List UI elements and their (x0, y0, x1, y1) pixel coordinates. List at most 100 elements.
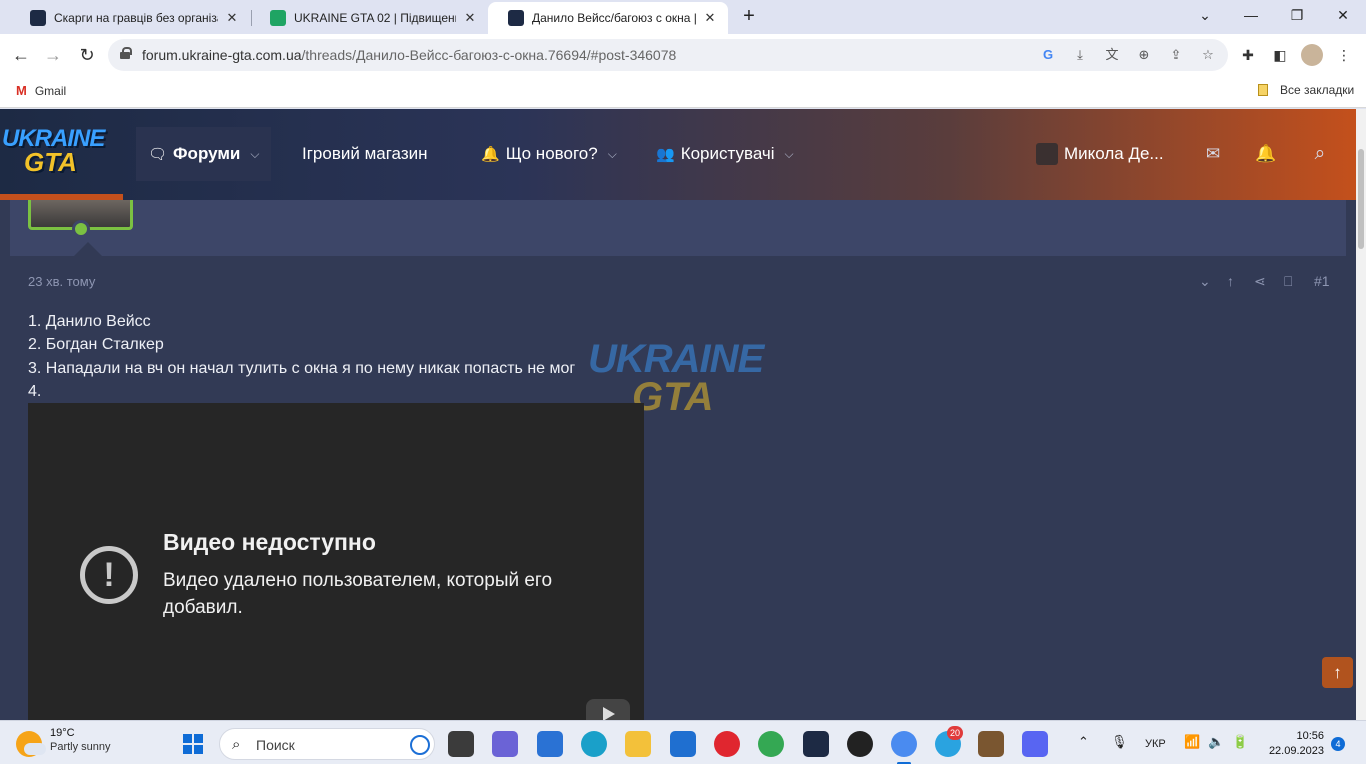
search-icon: ⌕ (232, 736, 241, 753)
store-icon[interactable] (537, 731, 563, 757)
tab-complaints[interactable]: Скарги на гравців без організа ✕ (10, 2, 250, 34)
bookmark-icon[interactable]: ⎕ (1284, 273, 1292, 290)
game-app-icon[interactable] (978, 731, 1004, 757)
extensions-icon[interactable]: ✚ (1237, 44, 1259, 66)
alerts-bell-icon[interactable]: 🔔 (1255, 143, 1277, 165)
youtube-play-icon[interactable] (586, 699, 630, 720)
share-icon[interactable]: ⇪ (1166, 45, 1186, 65)
search-icon[interactable]: ⌕ (1309, 143, 1331, 165)
teams-icon[interactable] (492, 731, 518, 757)
page-scrollbar[interactable] (1356, 109, 1366, 720)
volume-icon[interactable]: 🔈 (1208, 734, 1224, 750)
logo-text: GTA (24, 147, 77, 177)
weather-desc: Partly sunny (50, 741, 111, 753)
video-error-title: Видео недоступно (163, 529, 376, 555)
bookmark-star-icon[interactable]: ☆ (1198, 45, 1218, 65)
bookmark-label: Gmail (34, 83, 67, 98)
warning-icon: ! (80, 546, 138, 604)
tab-search-icon[interactable]: ⌄ (1182, 0, 1228, 30)
tab-title: Данило Вейсс/багоюз с окна | U (532, 11, 696, 25)
task-view-icon[interactable] (448, 731, 474, 757)
windows-taskbar: 19°C Partly sunny ⌕ Поиск 20 ⌃ 🎙 УКР 📶 🔈… (0, 720, 1366, 764)
microphone-icon[interactable]: 🎙 (1111, 734, 1128, 750)
forward-arrow-icon[interactable]: → (40, 42, 66, 68)
site-favicon (508, 10, 524, 26)
chevron-down-icon[interactable]: ⌵ (250, 147, 259, 162)
battery-icon[interactable]: 🔋 (1232, 734, 1248, 750)
clock-time: 10:56 (1296, 730, 1324, 742)
bookmark-gmail[interactable]: M Gmail (16, 83, 66, 98)
close-window-button[interactable]: ✕ (1320, 0, 1366, 30)
folder-icon (1258, 84, 1268, 96)
nav-label: Користувачі (680, 144, 775, 163)
back-arrow-icon[interactable]: ← (8, 42, 34, 68)
google-icon[interactable]: G (1038, 45, 1058, 65)
site-logo[interactable]: UKRAINE GTA (2, 125, 112, 187)
nav-store[interactable]: Ігровий магазин (302, 127, 428, 181)
tab-close-icon[interactable]: ✕ (462, 10, 478, 26)
address-bar[interactable]: forum.ukraine-gta.com.ua/threads/Данило-… (108, 39, 1228, 71)
zoom-icon[interactable]: ⊕ (1134, 45, 1154, 65)
install-app-icon[interactable]: ⤓ (1070, 45, 1090, 65)
nav-forums[interactable]: 🗨 Форуми ⌵ (136, 127, 272, 181)
profile-avatar[interactable] (1301, 44, 1323, 66)
pointer-arrow (74, 242, 102, 256)
nav-whats-new[interactable]: 🔔 Що нового? ⌵ (481, 127, 617, 181)
edge-icon[interactable] (581, 731, 607, 757)
side-panel-icon[interactable]: ◧ (1269, 44, 1291, 66)
nav-users[interactable]: 👥 Користувачі ⌵ (656, 127, 794, 181)
sheets-favicon (270, 10, 286, 26)
new-tab-button[interactable]: + (736, 4, 762, 30)
weather-widget[interactable]: 19°C Partly sunny (16, 727, 111, 757)
chrome-profile-icon[interactable] (891, 731, 917, 757)
game-launcher-icon[interactable] (803, 731, 829, 757)
wifi-icon[interactable]: 📶 (1184, 734, 1200, 750)
language-indicator[interactable]: УКР (1145, 738, 1166, 750)
bing-icon[interactable] (410, 735, 430, 755)
nav-label: Форуми (173, 144, 241, 163)
forum-page: UKRAINE GTA 🗨 Форуми ⌵ Ігровий магазин 🔔… (0, 109, 1356, 720)
tray-expand-icon[interactable]: ⌃ (1078, 734, 1089, 750)
share-icon[interactable]: ⋖ (1254, 273, 1266, 290)
site-favicon (30, 10, 46, 26)
tab-close-icon[interactable]: ✕ (224, 10, 240, 26)
chevron-down-icon[interactable]: ⌵ (785, 147, 794, 162)
upvote-arrow-icon[interactable]: ↑ (1227, 273, 1234, 289)
video-embed[interactable]: ! Видео недоступно Видео удалено пользов… (28, 403, 644, 720)
reload-icon[interactable]: ↻ (74, 42, 100, 68)
opera-icon[interactable] (714, 731, 740, 757)
taskbar-search[interactable]: ⌕ Поиск (219, 728, 435, 760)
post-line: 1. Данило Вейсс (28, 313, 151, 330)
post-line: 2. Богдан Сталкер (28, 336, 164, 353)
inbox-icon[interactable]: ✉ (1202, 143, 1224, 165)
chevron-down-icon[interactable]: ⌵ (608, 147, 617, 162)
tab-spreadsheet[interactable]: UKRAINE GTA 02 | Підвищення ✕ (250, 2, 488, 34)
bookmark-label: Все закладки (1280, 83, 1355, 97)
recorder-icon[interactable] (847, 731, 873, 757)
file-explorer-icon[interactable] (625, 731, 651, 757)
chrome-icon[interactable] (758, 731, 784, 757)
translate-icon[interactable]: 文 (1102, 45, 1122, 65)
react-icon[interactable]: ⌄ (1199, 273, 1211, 290)
menu-icon[interactable]: ⋮ (1333, 44, 1355, 66)
account-menu[interactable]: Микола Де... (1036, 143, 1164, 165)
scroll-to-top-button[interactable]: ↑ (1322, 657, 1353, 688)
tab-title: Скарги на гравців без організа (54, 11, 218, 25)
post-number[interactable]: #1 (1314, 273, 1330, 289)
mail-icon[interactable] (670, 731, 696, 757)
chat-icon: 🗨 (148, 146, 168, 163)
lock-icon[interactable] (120, 47, 132, 59)
tab-thread-active[interactable]: Данило Вейсс/багоюз с окна | U ✕ (488, 2, 728, 34)
notification-badge[interactable]: 4 (1331, 737, 1345, 751)
all-bookmarks[interactable]: Все закладки (1258, 83, 1354, 97)
start-button[interactable] (183, 734, 203, 754)
clock[interactable]: 10:56 22.09.2023 (1264, 729, 1324, 759)
minimize-button[interactable]: — (1228, 0, 1274, 30)
post-timestamp[interactable]: 23 хв. тому (28, 274, 95, 289)
scrollbar-thumb[interactable] (1358, 149, 1364, 249)
maximize-button[interactable]: ❐ (1274, 0, 1320, 30)
tab-close-icon[interactable]: ✕ (702, 10, 718, 26)
discord-icon[interactable] (1022, 731, 1048, 757)
tab-strip: Скарги на гравців без організа ✕ UKRAINE… (0, 0, 1366, 34)
url-text[interactable]: forum.ukraine-gta.com.ua/threads/Данило-… (142, 47, 676, 63)
